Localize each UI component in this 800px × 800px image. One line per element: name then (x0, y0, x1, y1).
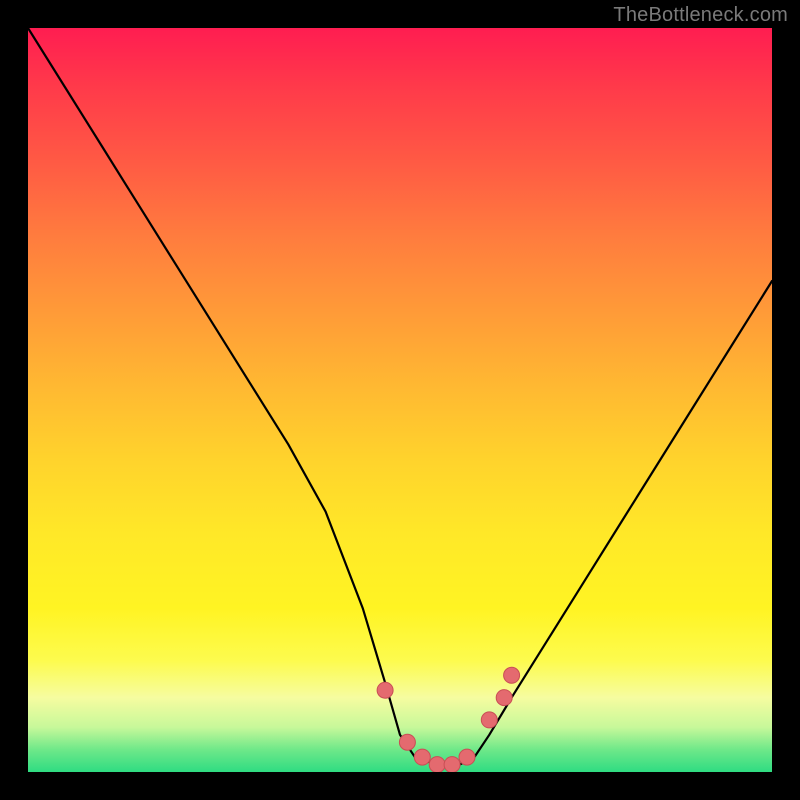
bottleneck-curve (28, 28, 772, 765)
watermark-text: TheBottleneck.com (613, 4, 788, 27)
highlight-dot (377, 682, 393, 698)
highlight-dot (504, 667, 520, 683)
highlight-dot (459, 749, 475, 765)
highlight-dot (414, 749, 430, 765)
chart-frame: TheBottleneck.com (0, 0, 800, 800)
highlight-dot (496, 690, 512, 706)
highlight-dot (399, 734, 415, 750)
highlight-dot (444, 757, 460, 772)
curve-path-group (28, 28, 772, 765)
plot-area (28, 28, 772, 772)
highlight-dot (481, 712, 497, 728)
bottleneck-curve-svg (28, 28, 772, 772)
highlight-dot (429, 757, 445, 772)
